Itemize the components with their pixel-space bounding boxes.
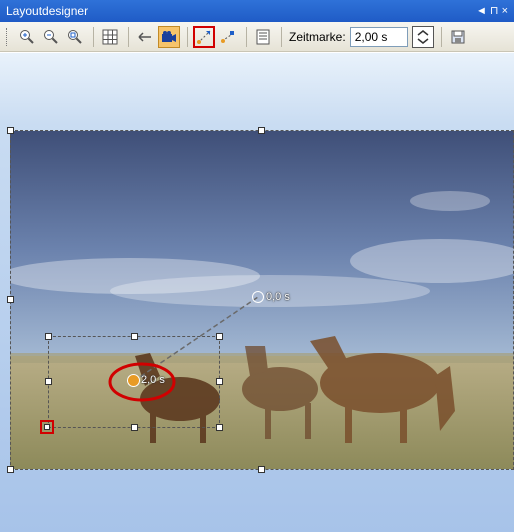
zoom-in-icon [20,29,34,44]
zeitmarke-spin-button[interactable] [411,25,434,48]
zoom-in-button[interactable] [16,26,38,48]
camera-icon [162,30,176,42]
camera-button[interactable] [158,25,180,48]
camera-path-icon [138,31,151,42]
toolbar: Zeitmarke: 2,00 s [0,22,514,52]
motion-path-button[interactable] [193,25,215,48]
properties-icon [256,29,270,44]
object-handle-tm[interactable] [131,333,138,340]
motion-path-2-button[interactable] [217,26,239,48]
keyframe-start-marker[interactable] [252,291,264,303]
grid-icon [102,29,118,44]
zeitmarke-label: Zeitmarke: [289,29,346,44]
zoom-out-button[interactable] [40,26,62,48]
spin-icon [417,29,429,44]
save-icon [451,30,465,43]
zoom-out-icon [44,29,58,44]
canvas-area[interactable]: 0,0 s 2,0 s [0,53,514,532]
object-handle-bl-highlight[interactable] [40,420,54,434]
object-handle-tl[interactable] [45,333,52,340]
zeitmarke-input[interactable]: 2,00 s [349,26,408,47]
window-title: Layoutdesigner [6,4,89,18]
object-handle-bl[interactable] [44,424,50,430]
keyframe-start-label: 0,0 s [266,291,290,303]
toolbar-separator [246,26,247,47]
zoom-fit-button[interactable] [64,26,86,48]
save-button[interactable] [447,26,469,48]
toolbar-separator [128,26,129,47]
object-handle-br[interactable] [216,424,223,431]
object-handle-bm[interactable] [131,424,138,431]
camera-path-button[interactable] [134,26,156,48]
keyframe-current-marker[interactable] [127,374,140,387]
keyframe-current-label: 2,0 s [141,374,165,386]
properties-button[interactable] [252,26,274,48]
zoom-fit-icon [68,29,82,44]
object-handle-mr[interactable] [216,378,223,385]
title-bar: Layoutdesigner ◄ ⊓ × [0,0,514,22]
pin-controls[interactable]: ◄ ⊓ × [476,0,508,22]
motion-path-2-icon [221,30,235,43]
grid-button[interactable] [99,26,121,48]
motion-path-icon [197,30,211,44]
window-controls[interactable]: ◄ ⊓ × [476,0,508,22]
object-handle-tr[interactable] [216,333,223,340]
toolbar-separator [93,26,94,47]
toolbar-separator [440,26,442,47]
toolbar-grip[interactable] [6,27,10,46]
toolbar-separator [187,26,188,47]
toolbar-separator [281,26,282,47]
object-handle-ml[interactable] [45,378,52,385]
